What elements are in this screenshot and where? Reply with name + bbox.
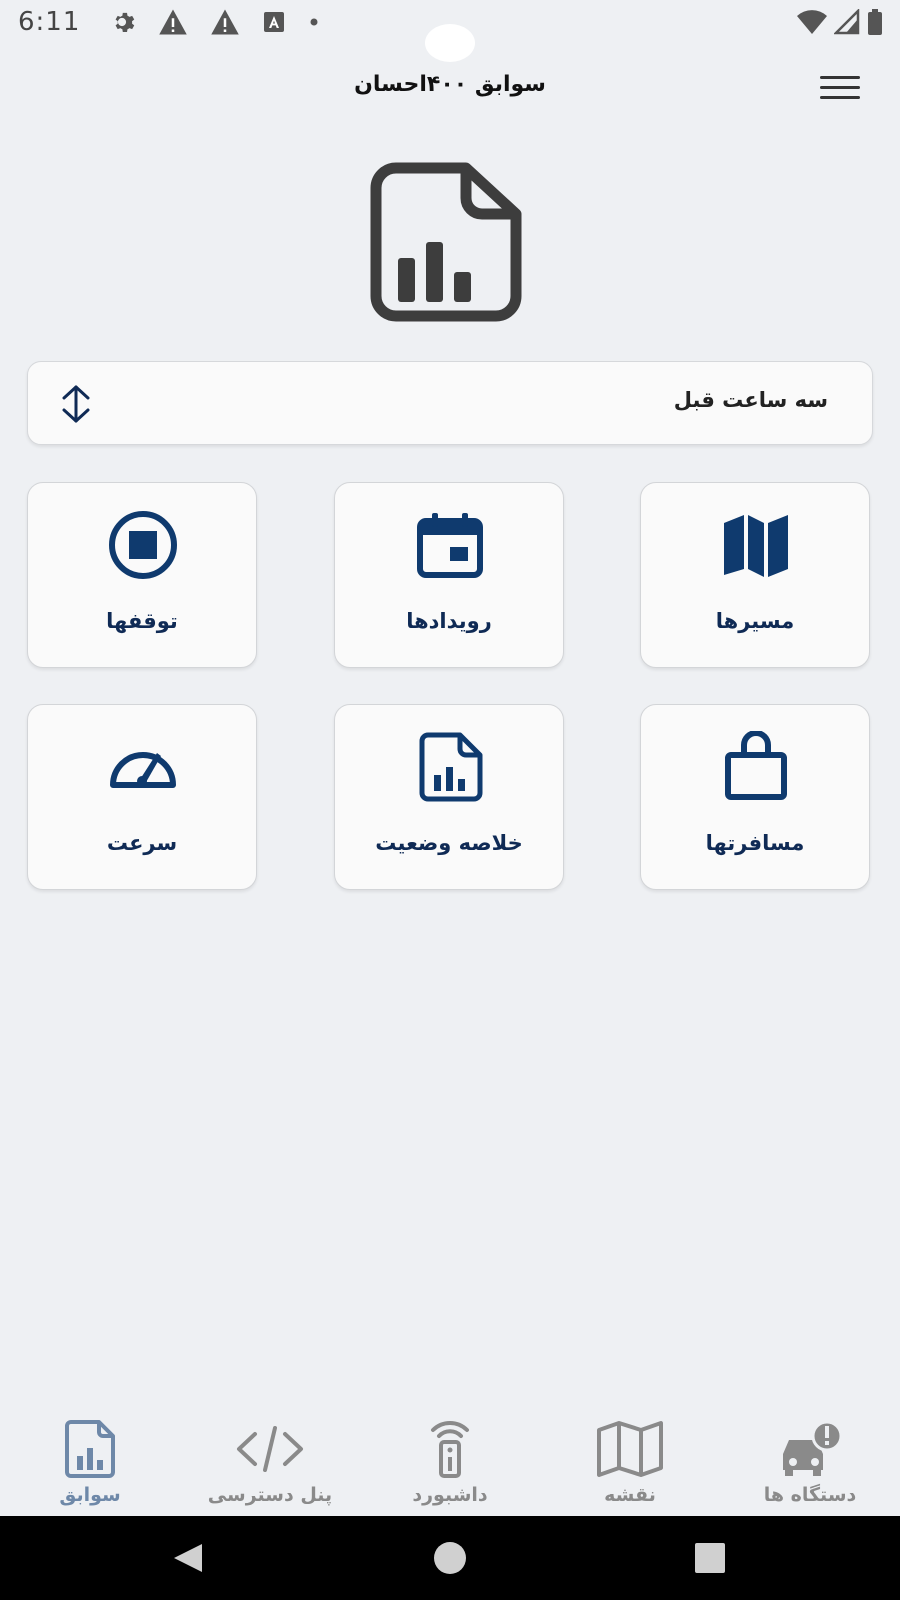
tile-stops[interactable]: توقفها: [27, 482, 257, 668]
map-icon: [597, 1421, 663, 1477]
time-range-label: سه ساعت قبل: [673, 388, 828, 412]
nav-label: داشبورد: [412, 1484, 488, 1506]
tile-label: مسافرتها: [705, 831, 805, 855]
a-badge-icon: [264, 12, 285, 32]
warning-icon: [211, 9, 240, 35]
camera-notch: [425, 24, 475, 62]
app-header: سوابق ۴۰۰احسان: [0, 62, 900, 122]
tile-label: مسیرها: [715, 609, 795, 633]
signal-icon: [834, 9, 860, 35]
wifi-icon: [797, 10, 827, 34]
code-icon: [237, 1426, 303, 1472]
nav-label: دستگاه ها: [763, 1484, 857, 1506]
tile-events[interactable]: رویدادها: [334, 482, 564, 668]
bag-icon: [725, 731, 787, 800]
back-icon[interactable]: [170, 1540, 206, 1576]
report-file-icon: [419, 732, 483, 802]
nav-label: نقشه: [604, 1484, 656, 1506]
bottom-nav: دستگاه ها نقشه داشبورد پنل دسترسی سوابق: [0, 1400, 900, 1516]
recents-icon[interactable]: [692, 1540, 728, 1576]
tile-trips[interactable]: مسافرتها: [640, 704, 870, 890]
dot-icon: [310, 18, 318, 26]
calendar-icon: [417, 513, 483, 578]
status-icons-left: [108, 8, 320, 36]
nav-map[interactable]: نقشه: [545, 1420, 715, 1510]
nav-history[interactable]: سوابق: [5, 1420, 175, 1510]
status-time: 6:11: [18, 7, 81, 37]
menu-button[interactable]: [820, 76, 860, 102]
home-icon[interactable]: [432, 1540, 468, 1576]
menu-line: [820, 86, 860, 89]
tile-speed[interactable]: سرعت: [27, 704, 257, 890]
car-alert-icon: [783, 1420, 843, 1476]
battery-icon: [868, 9, 882, 35]
gear-icon: [115, 12, 135, 33]
warning-icon: [159, 9, 188, 35]
tile-summary[interactable]: خلاصه وضعیت: [334, 704, 564, 890]
tile-routes[interactable]: مسیرها: [640, 482, 870, 668]
nav-dashboard[interactable]: داشبورد: [365, 1420, 535, 1510]
tile-label: سرعت: [106, 831, 178, 855]
map-icon: [724, 515, 788, 577]
time-range-selector[interactable]: سه ساعت قبل: [27, 361, 873, 445]
page-title: سوابق ۴۰۰احسان: [354, 72, 546, 97]
menu-line: [820, 76, 860, 79]
tile-label: رویدادها: [406, 609, 492, 633]
system-nav-bar: [0, 1516, 900, 1600]
nav-access-panel[interactable]: پنل دسترسی: [185, 1420, 355, 1510]
remote-icon: [431, 1420, 469, 1478]
report-file-icon: [370, 162, 522, 322]
tile-label: توقفها: [106, 609, 178, 633]
menu-line: [820, 96, 860, 99]
report-file-icon: [65, 1420, 115, 1478]
status-icons-right: [796, 8, 884, 36]
expand-arrows-icon: [62, 385, 90, 423]
speedometer-icon: [110, 752, 176, 788]
stop-circle-icon: [109, 511, 177, 579]
tile-label: خلاصه وضعیت: [375, 831, 523, 855]
nav-label: سوابق: [59, 1484, 121, 1506]
nav-label: پنل دسترسی: [207, 1484, 333, 1506]
nav-devices[interactable]: دستگاه ها: [725, 1420, 895, 1510]
